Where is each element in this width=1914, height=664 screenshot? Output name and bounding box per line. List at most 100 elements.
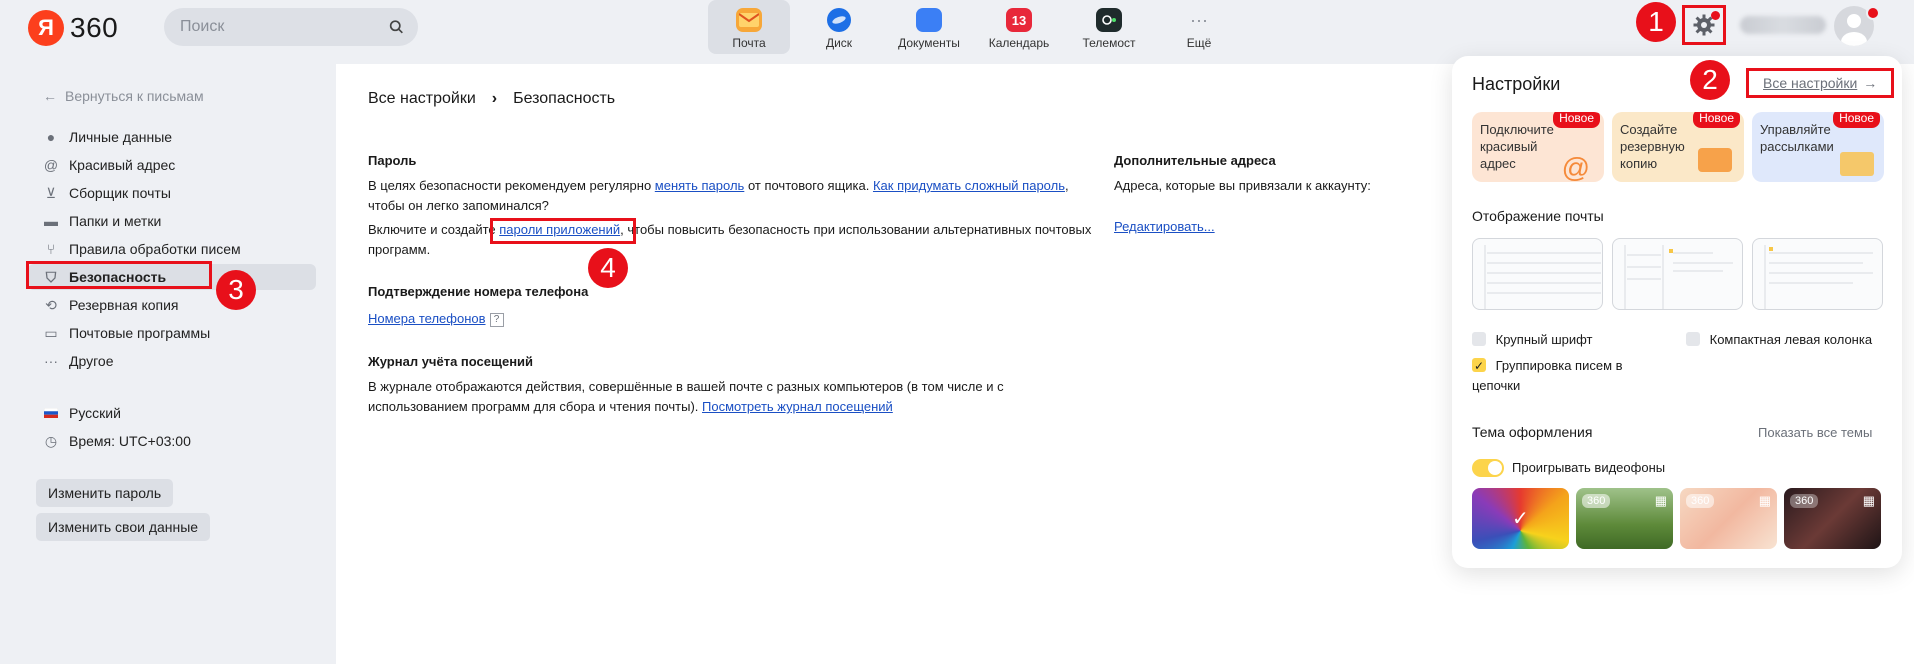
yandex-360-logo[interactable]: Я 360 — [28, 10, 118, 46]
all-settings-link[interactable]: Все настройки → — [1746, 68, 1894, 98]
all-settings-label: Все настройки — [1763, 75, 1858, 91]
video-background-toggle[interactable] — [1472, 459, 1504, 477]
extra-addresses-text: Адреса, которые вы привязали к аккаунту: — [1114, 178, 1371, 193]
search-icon[interactable] — [389, 18, 404, 36]
search-input[interactable] — [178, 17, 389, 37]
envelope-illustration-icon — [1840, 152, 1874, 176]
app-mail[interactable]: Почта — [708, 0, 790, 54]
text-fragment: программ. — [368, 242, 431, 257]
phone-numbers-link[interactable]: Номера телефонов — [368, 311, 486, 326]
extra-addresses-edit: Редактировать... — [1114, 217, 1215, 237]
username-blurred[interactable] — [1740, 16, 1826, 34]
logo-360-text: 360 — [70, 12, 119, 43]
user-icon: ● — [46, 129, 56, 145]
display-section-title: Отображение почты — [1472, 208, 1604, 224]
back-to-mail-link[interactable]: ← Вернуться к письмам — [43, 88, 204, 104]
selected-check-icon: ✓ — [1512, 508, 1529, 530]
layout-option-split[interactable] — [1612, 238, 1743, 310]
breadcrumb-all-settings[interactable]: Все настройки — [368, 90, 476, 108]
highlight-security — [26, 261, 212, 289]
more-icon: ··· — [1190, 9, 1208, 30]
option-large-font[interactable]: Крупный шрифт — [1472, 330, 1593, 350]
theme-360-badge: 360 — [1686, 494, 1715, 508]
show-all-themes-link[interactable]: Показать все темы — [1758, 423, 1872, 443]
marker-4: 4 — [588, 248, 628, 288]
text-fragment: Включите и создайте — [368, 222, 500, 237]
option-compact-column[interactable]: Компактная левая колонка — [1686, 330, 1872, 350]
sidebar-item-backup[interactable]: ⟲ Резервная копия — [28, 292, 316, 318]
mail-icon — [736, 8, 762, 32]
back-to-mail-label: Вернуться к письмам — [65, 88, 204, 104]
calendar-icon: 13 — [1006, 8, 1032, 32]
theme-rainbow[interactable]: ✓ — [1472, 488, 1569, 549]
theme-peach[interactable]: 360 ▦ — [1680, 488, 1777, 549]
edit-addresses-link[interactable]: Редактировать... — [1114, 219, 1215, 234]
video-film-icon: ▦ — [1862, 493, 1875, 508]
services-bar: Почта Диск Документы 13 Календарь Телемо… — [708, 0, 1248, 56]
promo-card-text: Управляйте рассылками — [1760, 122, 1834, 154]
help-icon[interactable]: ? — [489, 313, 504, 327]
theme-dark-silk[interactable]: 360 ▦ — [1784, 488, 1881, 549]
sidebar-item-label: Другое — [69, 353, 114, 369]
disk-icon — [827, 8, 851, 32]
theme-360-badge: 360 — [1582, 494, 1611, 508]
compact-column-label: Компактная левая колонка — [1709, 332, 1873, 347]
sidebar-item-mail-collector[interactable]: ⊻ Сборщик почты — [28, 180, 316, 206]
layout-option-list[interactable] — [1472, 238, 1603, 310]
at-sign-illustration-icon: @ — [1561, 152, 1590, 182]
log-text: В журнале отображаются действия, совершё… — [368, 377, 1068, 417]
promo-card-address[interactable]: Новое Подключите красивый адрес @ — [1472, 112, 1604, 182]
log-section-title: Журнал учёта посещений — [368, 354, 534, 369]
search-box[interactable] — [164, 8, 418, 46]
sidebar-item-personal-data[interactable]: ● Личные данные — [28, 124, 316, 150]
app-calendar[interactable]: 13 Календарь — [978, 0, 1060, 54]
notification-dot — [1711, 11, 1720, 20]
video-film-icon: ▦ — [1654, 493, 1667, 508]
sidebar-item-label: Папки и метки — [69, 213, 162, 229]
app-telemost[interactable]: Телемост — [1068, 0, 1150, 54]
app-documents[interactable]: Документы — [888, 0, 970, 54]
promo-card-mailings[interactable]: Новое Управляйте рассылками — [1752, 112, 1884, 182]
phone-section-title: Подтверждение номера телефона — [368, 284, 589, 299]
theme-360-badge: 360 — [1790, 494, 1819, 508]
arrow-right-icon: → — [1863, 75, 1878, 91]
sidebar-item-folders[interactable]: ▬ Папки и метки — [28, 208, 316, 234]
change-password-link[interactable]: менять пароль — [655, 178, 745, 193]
app-calendar-label: Календарь — [988, 36, 1050, 50]
view-log-link[interactable]: Посмотреть журнал посещений — [702, 399, 893, 414]
change-password-button[interactable]: Изменить пароль — [36, 479, 174, 507]
layout-option-preview[interactable] — [1752, 238, 1883, 310]
text-fragment: использованием программ для сбора и чтен… — [368, 399, 703, 414]
theme-grass[interactable]: 360 ▦ — [1576, 488, 1673, 549]
promo-card-backup[interactable]: Новое Создайте резервную копию — [1612, 112, 1744, 182]
change-data-button[interactable]: Изменить свои данные — [36, 513, 211, 541]
sidebar-item-rules[interactable]: ⑂ Правила обработки писем — [28, 236, 316, 262]
text-fragment: от почтового ящика. — [744, 178, 873, 193]
large-font-checkbox[interactable] — [1472, 332, 1486, 346]
option-grouping[interactable]: Группировка писем в цепочки — [1472, 356, 1642, 396]
timezone-selector[interactable]: ◷ Время: UTC+03:00 — [28, 428, 316, 454]
app-mail-label: Почта — [732, 36, 766, 50]
sidebar-item-mail-programs[interactable]: ▭ Почтовые программы — [28, 320, 316, 346]
extra-addresses-title: Дополнительные адреса — [1114, 153, 1276, 168]
sidebar-item-label: Резервная копия — [69, 297, 179, 313]
language-selector[interactable]: Русский — [28, 400, 316, 426]
text-fragment: , — [1064, 178, 1069, 193]
settings-button[interactable] — [1682, 5, 1726, 45]
grouping-checkbox[interactable] — [1472, 356, 1486, 376]
password-text-2: Включите и создайте пароли приложений, ч… — [368, 220, 1108, 260]
app-disk[interactable]: Диск — [798, 0, 880, 54]
sidebar-item-beautiful-address[interactable]: @ Красивый адрес — [28, 152, 316, 178]
new-badge: Новое — [1553, 112, 1600, 128]
app-more[interactable]: ··· Ещё — [1158, 0, 1240, 54]
sidebar-item-other[interactable]: ··· Другое — [28, 348, 316, 374]
password-section-title: Пароль — [368, 153, 417, 168]
complex-password-link[interactable]: Как придумать сложный пароль — [873, 178, 1065, 193]
compact-column-checkbox[interactable] — [1686, 332, 1700, 346]
password-text-1: В целях безопасности рекомендуем регуляр… — [368, 176, 1088, 216]
layout-split-icon — [1624, 245, 1733, 309]
highlight-app-passwords — [490, 218, 636, 244]
marker-1: 1 — [1636, 2, 1676, 42]
breadcrumb-separator: › — [491, 90, 498, 107]
yandex-logo-icon: Я — [28, 10, 64, 46]
